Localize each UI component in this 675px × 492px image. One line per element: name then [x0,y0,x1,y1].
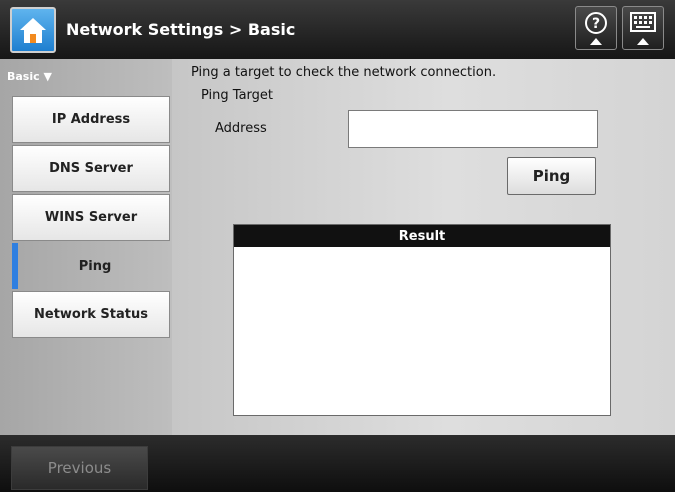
ping-button[interactable]: Ping [507,157,596,195]
main-panel: Ping a target to check the network conne… [172,59,675,435]
address-label: Address [215,121,267,136]
help-button[interactable]: ? [575,6,617,50]
page-description: Ping a target to check the network conne… [191,65,497,80]
address-input[interactable] [348,110,598,148]
sidebar-item-wins-server[interactable]: WINS Server [12,194,170,241]
section-label-ping-target: Ping Target [201,88,274,103]
help-icon: ? [585,12,607,45]
keyboard-icon [630,12,656,45]
sidebar: Basic ▼ IP Address DNS Server WINS Serve… [0,59,172,435]
svg-text:?: ? [592,16,600,32]
result-output [234,247,610,415]
result-panel: Result [233,224,611,416]
header-bar: Network Settings > Basic ? [0,0,675,59]
sidebar-item-network-status[interactable]: Network Status [12,291,170,338]
active-indicator [12,243,18,289]
sidebar-heading-basic[interactable]: Basic ▼ [7,70,52,83]
footer-bar: Previous [0,435,675,492]
result-header: Result [234,225,610,247]
sidebar-item-ping[interactable]: Ping [20,243,170,290]
home-icon [20,18,46,43]
sidebar-item-ip-address[interactable]: IP Address [12,96,170,143]
keyboard-button[interactable] [622,6,664,50]
sidebar-item-dns-server[interactable]: DNS Server [12,145,170,192]
page-title: Network Settings > Basic [66,20,296,39]
previous-button[interactable]: Previous [11,446,148,490]
home-button[interactable] [10,7,56,53]
